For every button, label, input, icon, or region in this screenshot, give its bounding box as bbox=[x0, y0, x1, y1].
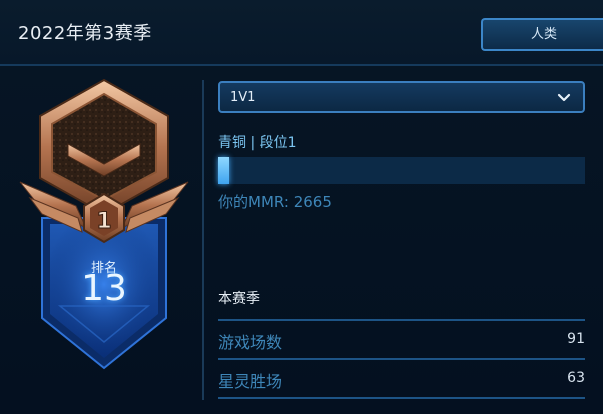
season-stats-title: 本赛季 bbox=[218, 291, 260, 307]
stat-label: 游戏场数 bbox=[218, 333, 283, 352]
league-progress-fill bbox=[218, 157, 229, 184]
stat-value: 91 bbox=[567, 331, 585, 347]
league-division-text: 青铜 | 段位1 bbox=[218, 135, 297, 151]
stat-divider bbox=[218, 319, 585, 321]
stat-row-wins: 星灵胜场 63 bbox=[218, 368, 585, 394]
stat-divider bbox=[218, 397, 585, 399]
vertical-divider bbox=[202, 80, 204, 400]
mmr-readout: 你的MMR: 2665 bbox=[218, 191, 332, 212]
season-header: 2022年第3赛季 人类 bbox=[0, 0, 603, 66]
mode-dropdown[interactable]: 1V1 bbox=[218, 81, 585, 113]
mmr-label: 你的MMR: bbox=[218, 193, 289, 211]
mmr-value: 2665 bbox=[293, 193, 332, 211]
season-title: 2022年第3赛季 bbox=[18, 23, 152, 44]
stat-value: 63 bbox=[567, 370, 585, 386]
league-progress-bar bbox=[218, 157, 585, 184]
race-tab[interactable]: 人类 bbox=[481, 18, 603, 51]
stat-label: 星灵胜场 bbox=[218, 372, 283, 391]
rank-number: 13 bbox=[81, 268, 127, 309]
rank-badge: 1 排名 13 bbox=[16, 78, 192, 378]
tier-numeral: 1 bbox=[96, 209, 111, 234]
stat-divider bbox=[218, 358, 585, 360]
chevron-down-icon bbox=[557, 93, 571, 102]
stat-row-games: 游戏场数 91 bbox=[218, 329, 585, 355]
bronze-league-emblem-icon: 1 bbox=[19, 78, 189, 370]
mode-dropdown-value: 1V1 bbox=[230, 90, 256, 105]
